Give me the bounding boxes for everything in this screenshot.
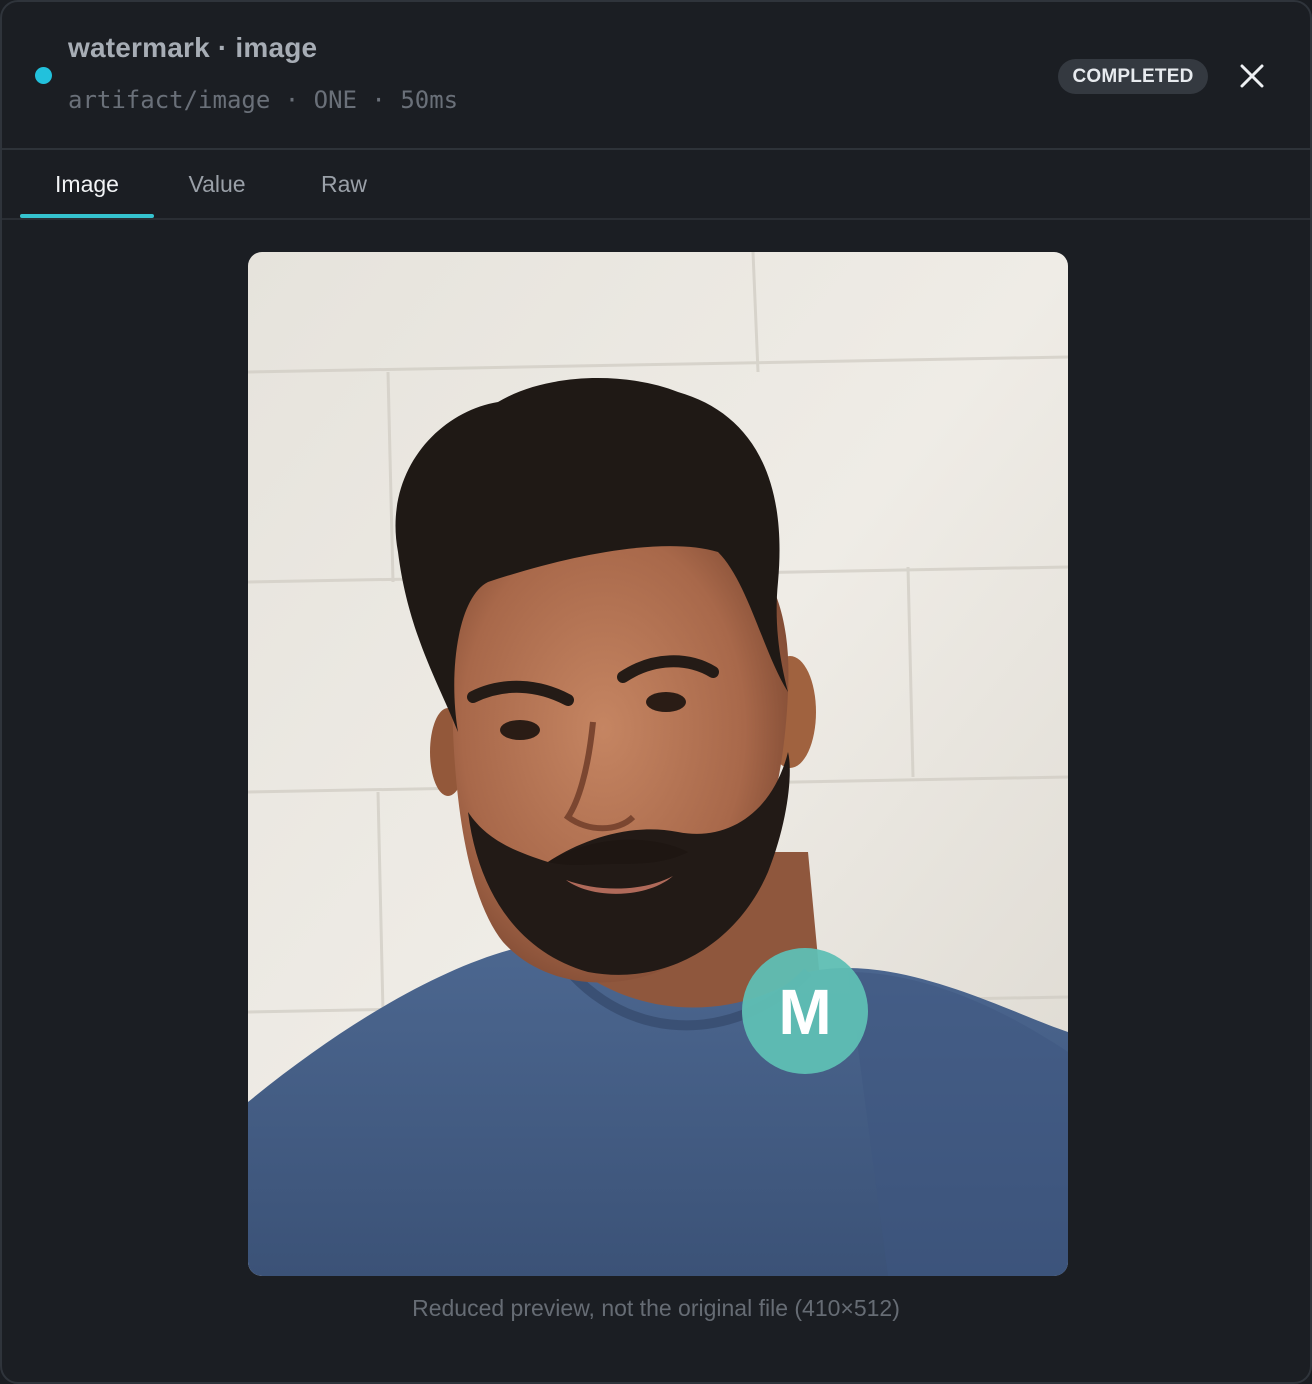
artifact-panel: watermark · image artifact/image · ONE ·… <box>0 0 1312 1384</box>
close-button[interactable] <box>1234 58 1270 94</box>
tab-image[interactable]: Image <box>20 150 154 218</box>
status-dot <box>35 67 52 84</box>
preview-caption: Reduced preview, not the original file (… <box>412 1295 900 1321</box>
artifact-title: watermark · image <box>68 32 318 63</box>
tab-value[interactable]: Value <box>168 150 266 218</box>
portrait-photo: M <box>248 252 1068 1276</box>
tab-value-label: Value <box>188 170 246 197</box>
status-badge: COMPLETED <box>1058 59 1208 94</box>
watermark-letter: M <box>778 976 831 1048</box>
tab-raw-label: Raw <box>320 170 367 197</box>
tab-image-label: Image <box>55 170 119 197</box>
active-tab-indicator <box>20 214 154 218</box>
image-preview: M <box>248 252 1068 1276</box>
panel-header: watermark · image artifact/image · ONE ·… <box>2 2 1310 150</box>
tab-bar: Image Value Raw <box>2 150 1310 220</box>
close-icon <box>1240 64 1264 88</box>
artifact-subtitle: artifact/image · ONE · 50ms <box>68 86 459 114</box>
tab-raw[interactable]: Raw <box>300 150 388 218</box>
